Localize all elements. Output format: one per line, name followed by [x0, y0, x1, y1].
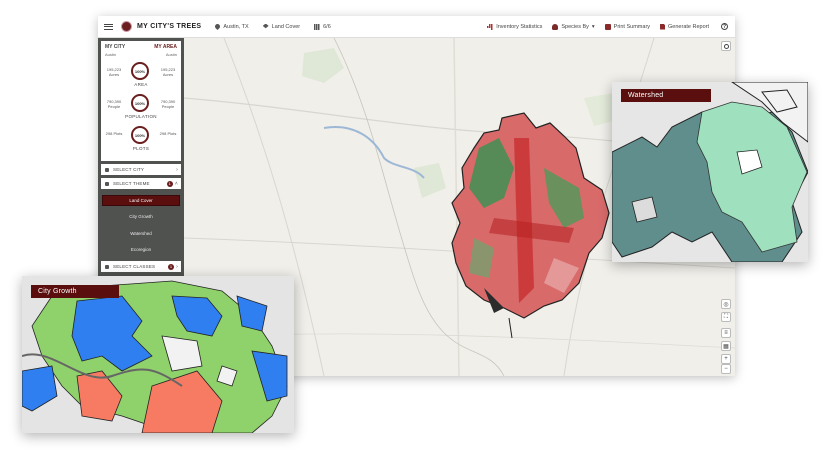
app-title: MY CITY'S TREES — [137, 23, 202, 30]
city-growth-preview-card: City Growth — [22, 276, 294, 433]
layers-icon — [105, 181, 109, 186]
inventory-statistics-button[interactable]: Inventory Statistics — [487, 23, 543, 30]
select-city-label: SELECT CITY — [113, 167, 145, 172]
grid-icon — [314, 23, 321, 30]
watershed-map-graphic — [612, 82, 808, 262]
document-icon — [660, 23, 666, 30]
theme-item-land-cover[interactable]: Land Cover — [102, 195, 180, 206]
basemap-icon[interactable]: ▦ — [721, 341, 731, 351]
chevron-up-icon: ˄ — [174, 180, 178, 187]
stat-city-value: 790,390 People — [106, 99, 122, 109]
city-summary-panel: MY CITY MY AREA Austin Austin 195,223 Ac… — [101, 41, 181, 161]
theme-item-watershed[interactable]: Watershed — [101, 228, 181, 239]
species-label: Species By — [561, 23, 589, 30]
measure-icon[interactable]: ≡ — [721, 328, 731, 338]
location-selector[interactable]: Austin, TX — [214, 22, 249, 31]
watershed-preview-card: Watershed — [612, 82, 808, 262]
classes-count-badge: 1 — [168, 263, 175, 270]
select-classes-label: SELECT CLASSES — [113, 264, 156, 269]
stat-city-value: 195,223 Acres — [106, 67, 122, 77]
my-area-heading: MY AREA — [154, 44, 177, 50]
grid-label: 6/6 — [323, 23, 331, 30]
report-label: Generate Report — [668, 23, 709, 30]
theme-item-city-growth[interactable]: City Growth — [101, 211, 181, 222]
watershed-card-title: Watershed — [621, 89, 711, 102]
stat-area-value: 298 Plots — [159, 131, 177, 136]
stat-population: 790,390 People 100% 790,390 People POPUL… — [101, 91, 181, 123]
map-pin-icon — [105, 167, 109, 172]
print-summary-button[interactable]: Print Summary — [604, 23, 651, 30]
select-classes-section[interactable]: SELECT CLASSES 1 › — [101, 261, 181, 272]
grid-selector[interactable]: 6/6 — [314, 23, 331, 30]
stat-label: AREA — [134, 82, 148, 87]
theme-count-badge: 1 — [166, 180, 173, 187]
printer-icon — [604, 23, 611, 30]
chevron-down-icon: ▾ — [591, 23, 595, 30]
stat-percent-ring: 100% — [131, 94, 149, 112]
search-icon[interactable] — [721, 41, 731, 51]
stat-percent-ring: 100% — [131, 126, 149, 144]
inventory-label: Inventory Statistics — [496, 23, 543, 30]
select-theme-section[interactable]: SELECT THEME 1 ˄ — [101, 178, 181, 189]
select-city-section[interactable]: SELECT CITY › — [101, 164, 181, 175]
stat-plots: 298 Plots 100% 298 Plots PLOTS — [101, 123, 181, 155]
stat-percent-ring: 100% — [131, 62, 149, 80]
generate-report-button[interactable]: Generate Report — [660, 23, 709, 30]
city-name: Austin — [105, 52, 117, 57]
city-growth-map-graphic — [22, 276, 294, 433]
help-icon[interactable]: ? — [721, 23, 728, 30]
stat-label: POPULATION — [125, 114, 157, 119]
my-city-heading: MY CITY — [105, 44, 126, 50]
chevron-right-icon: › — [176, 166, 178, 173]
species-by-dropdown[interactable]: Species By ▾ — [552, 23, 595, 30]
select-theme-label: SELECT THEME — [113, 181, 150, 186]
stat-label: PLOTS — [132, 146, 150, 151]
locate-icon[interactable]: ◎ — [721, 299, 731, 309]
area-name: Austin — [165, 52, 177, 57]
print-label: Print Summary — [613, 23, 651, 30]
stat-area-value: 790,390 People — [160, 99, 176, 109]
list-icon — [105, 264, 109, 269]
map-pin-icon — [214, 22, 222, 31]
bar-chart-icon — [487, 23, 494, 30]
location-label: Austin, TX — [223, 23, 249, 30]
app-logo — [121, 21, 132, 32]
layer-selector[interactable]: Land Cover — [262, 23, 301, 30]
stat-area-value: 195,223 Acres — [160, 67, 176, 77]
fullscreen-icon[interactable]: ⛶ — [721, 312, 731, 322]
chevron-right-icon: › — [176, 263, 178, 270]
composite-stage: MY CITY'S TREES Austin, TX Land Cover 6/… — [0, 0, 831, 461]
city-growth-card-title: City Growth — [31, 285, 119, 298]
hamburger-menu-icon[interactable] — [104, 23, 113, 30]
species-icon — [552, 23, 559, 30]
stat-area: 195,223 Acres 100% 195,223 Acres AREA — [101, 59, 181, 91]
zoom-out-button[interactable]: − — [721, 364, 731, 374]
layers-icon — [262, 23, 269, 29]
top-toolbar: MY CITY'S TREES Austin, TX Land Cover 6/… — [98, 16, 735, 38]
layer-label: Land Cover — [271, 23, 301, 30]
theme-item-ecoregion[interactable]: Ecoregion — [101, 244, 181, 255]
zoom-in-button[interactable]: + — [721, 354, 731, 364]
stat-city-value: 298 Plots — [105, 131, 123, 136]
